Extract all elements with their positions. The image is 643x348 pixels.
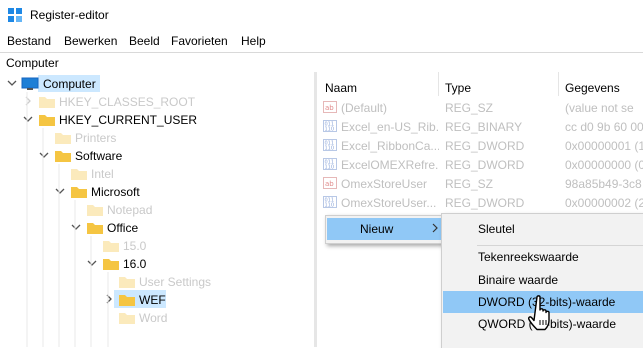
menu-bar: Bestand Bewerken Beeld Favorieten Help <box>0 30 643 52</box>
value-name: Excel_RibbonCa... <box>341 139 439 153</box>
svg-text:110: 110 <box>325 127 335 133</box>
address-path[interactable]: Computer <box>6 56 59 70</box>
menu-file[interactable]: Bestand <box>7 34 51 48</box>
column-divider[interactable] <box>558 72 559 96</box>
value-data: 0x00000001 (1 <box>565 139 643 153</box>
menu-item-binary-value[interactable]: Binaire waarde <box>443 269 643 291</box>
registry-editor-app-icon <box>8 8 22 22</box>
value-data: 98a85b49-3c8 <box>565 177 642 191</box>
svg-text:110: 110 <box>325 203 335 209</box>
table-row[interactable]: ab OmexStoreUser REG_SZ 98a85b49-3c8 <box>317 174 643 193</box>
value-type: REG_BINARY <box>445 120 523 134</box>
menu-item-label: Sleutel <box>478 222 515 236</box>
column-headers: Naam Type Gegevens <box>317 72 643 96</box>
menu-help[interactable]: Help <box>241 34 266 48</box>
value-type: REG_DWORD <box>445 139 525 153</box>
value-name: ExcelOMEXRefre... <box>341 158 439 172</box>
value-data: 0x00000000 (0 <box>565 158 643 172</box>
value-type: REG_SZ <box>445 101 494 115</box>
value-name: OmexStoreUser <box>341 177 428 191</box>
menu-item-string-value[interactable]: Tekenreekswaarde <box>443 246 643 268</box>
address-bar[interactable]: Computer <box>0 52 643 73</box>
string-value-icon: ab <box>323 177 337 189</box>
column-header-type[interactable]: Type <box>445 81 471 95</box>
value-name: Excel_en-US_Rib... <box>341 120 439 134</box>
table-row[interactable]: 011 110 Excel_en-US_Rib... REG_BINARY cc … <box>317 117 643 136</box>
menu-item-new[interactable]: Nieuw <box>327 218 443 240</box>
column-header-data[interactable]: Gegevens <box>565 81 620 95</box>
value-type: REG_SZ <box>445 177 494 191</box>
binary-value-icon: 011110 <box>323 120 337 132</box>
value-data: (value not se <box>565 101 634 115</box>
svg-text:ab: ab <box>325 104 334 112</box>
menu-edit[interactable]: Bewerken <box>64 34 117 48</box>
binary-value-icon: 011110 <box>323 196 337 208</box>
svg-text:110: 110 <box>325 146 335 152</box>
svg-text:ab: ab <box>325 180 334 188</box>
menu-item-label: Tekenreekswaarde <box>478 250 579 264</box>
menu-item-new-label: Nieuw <box>360 222 394 236</box>
tree-guide-lines <box>26 92 109 347</box>
title-bar: Register-editor <box>0 0 643 30</box>
svg-text:110: 110 <box>325 165 335 171</box>
string-value-icon: ab <box>323 101 337 113</box>
value-type: REG_DWORD <box>445 158 525 172</box>
context-menu: Nieuw <box>325 215 445 244</box>
window-title: Register-editor <box>30 8 109 22</box>
registry-tree[interactable]: Computer HKEY_CLASSES_ROOT HKEY_CURRENT_… <box>0 72 314 347</box>
column-header-name[interactable]: Naam <box>325 81 357 95</box>
submenu-arrow-icon <box>432 223 438 233</box>
binary-value-icon: 011110 <box>323 158 337 170</box>
value-name: (Default) <box>341 101 388 115</box>
value-data: cc d0 9b 60 00 <box>565 120 643 134</box>
menu-view[interactable]: Beeld <box>129 34 160 48</box>
binary-value-icon: 011110 <box>323 139 337 151</box>
hand-pointer-cursor-icon <box>528 295 550 331</box>
menu-item-label: Binaire waarde <box>478 273 559 287</box>
menu-favorites[interactable]: Favorieten <box>171 34 228 48</box>
menu-item-partial[interactable]: ​ <box>443 335 643 348</box>
value-name: OmexStoreUser... <box>341 196 437 210</box>
value-data: 0x00000002 (2 <box>565 196 643 210</box>
table-row[interactable]: 011 110 Excel_RibbonCa... REG_DWORD 0x000… <box>317 136 643 155</box>
column-divider[interactable] <box>438 72 439 96</box>
table-row[interactable]: 011 110 OmexStoreUser... REG_DWORD 0x0000… <box>317 193 643 212</box>
table-row[interactable]: ab (Default) REG_SZ (value not se <box>317 98 643 117</box>
value-type: REG_DWORD <box>445 196 525 210</box>
table-row[interactable]: 011 110 ExcelOMEXRefre... REG_DWORD 0x000… <box>317 155 643 174</box>
menu-item-key[interactable]: Sleutel <box>443 218 643 240</box>
